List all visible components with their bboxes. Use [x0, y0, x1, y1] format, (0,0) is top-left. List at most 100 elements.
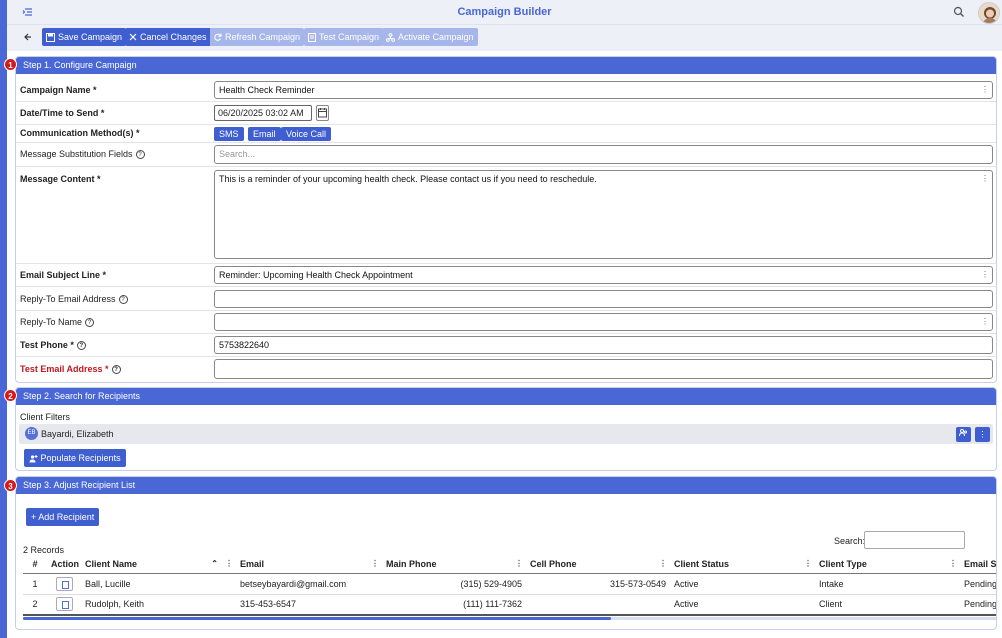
test-email-label-wrap: Test Email Address *?	[20, 364, 121, 375]
cancel-changes-button[interactable]: Cancel Changes	[125, 28, 211, 46]
populate-recipients-button[interactable]: Populate Recipients	[24, 449, 126, 467]
cell-main-phone: (111) 111-7362	[382, 594, 526, 616]
col-label-email: Email	[240, 559, 265, 570]
search-icon[interactable]	[952, 5, 966, 19]
help-icon[interactable]: ?	[76, 341, 86, 351]
kebab-icon[interactable]: ⋮	[981, 174, 989, 184]
step3-badge: 3	[4, 479, 17, 492]
kebab-icon[interactable]: ⋮	[981, 85, 989, 95]
method-voice-button[interactable]: Voice Call	[281, 127, 332, 141]
col-header-client-name[interactable]: Client Name ⌃ ⋮	[81, 556, 236, 574]
calendar-icon[interactable]	[316, 105, 329, 121]
col-header-client-status[interactable]: Client Status ⋮	[670, 556, 815, 574]
content-textarea[interactable]: This is a reminder of your upcoming heal…	[214, 170, 993, 259]
left-accent-bar	[0, 0, 7, 638]
col-header-cell-phone[interactable]: Cell Phone ⋮	[526, 556, 670, 574]
table-search-input[interactable]	[864, 531, 965, 549]
content-value: This is a reminder of your upcoming heal…	[219, 174, 597, 184]
subst-row: Message Substitution Fields? Search...	[16, 143, 996, 167]
help-icon[interactable]: ?	[111, 365, 121, 375]
column-menu-icon[interactable]: ⋮	[804, 559, 812, 568]
client-filter-chip[interactable]: EB Bayardi, Elizabeth	[25, 427, 114, 440]
table-row[interactable]: 1 Ball, Lucille betseybayardi@gmail.com …	[23, 573, 996, 595]
step1-header: Step 1. Configure Campaign	[16, 57, 996, 74]
step1-badge: 1	[4, 58, 17, 71]
datetime-label: Date/Time to Send *	[20, 108, 105, 118]
chip-avatar: EB	[25, 427, 38, 440]
people-icon	[959, 429, 967, 437]
reply-email-label: Reply-To Email Address	[20, 294, 116, 304]
column-menu-icon[interactable]: ⋮	[659, 559, 667, 568]
datetime-row: Date/Time to Send * 06/20/2025 03:02 AM	[16, 102, 996, 125]
col-header-email[interactable]: Email ⋮	[236, 556, 382, 574]
back-arrow-icon[interactable]	[23, 31, 35, 43]
cell-num: 1	[23, 573, 47, 595]
col-label-client-name: Client Name	[85, 559, 138, 570]
view-icon[interactable]	[55, 576, 73, 591]
test-campaign-button[interactable]: Test Campaign	[304, 28, 384, 46]
reply-email-input[interactable]	[214, 290, 993, 308]
horizontal-scrollbar[interactable]	[23, 617, 996, 620]
campaign-name-row: Campaign Name * Health Check Reminder ⋮	[16, 79, 996, 102]
campaign-name-input[interactable]: Health Check Reminder ⋮	[214, 81, 993, 99]
scrollbar-thumb[interactable]	[23, 617, 611, 620]
kebab-icon[interactable]: ⋮	[981, 317, 989, 327]
table-header-row: # Action Client Name ⌃ ⋮ Email ⋮ Main Phone…	[23, 556, 996, 574]
activate-campaign-button[interactable]: Activate Campaign	[382, 28, 478, 46]
test-email-input[interactable]	[214, 359, 993, 379]
filter-kebab-icon[interactable]: ⋮	[975, 427, 990, 442]
col-header-num: #	[23, 556, 47, 574]
view-icon[interactable]	[55, 597, 73, 612]
help-icon[interactable]: ?	[118, 295, 128, 305]
step3-panel: Step 3. Adjust Recipient List + Add Reci…	[15, 476, 997, 630]
subst-search-input[interactable]: Search...	[214, 145, 993, 164]
campaign-name-label: Campaign Name *	[20, 85, 97, 95]
content-label: Message Content *	[20, 174, 101, 184]
col-header-email-status[interactable]: Email Sta	[960, 556, 996, 574]
col-header-main-phone[interactable]: Main Phone ⋮	[382, 556, 526, 574]
help-icon[interactable]: ?	[85, 318, 95, 328]
datetime-input[interactable]: 06/20/2025 03:02 AM	[214, 105, 312, 121]
col-label-cell-phone: Cell Phone	[530, 559, 577, 570]
chip-name: Bayardi, Elizabeth	[41, 428, 114, 439]
sort-icon[interactable]: ⌃	[211, 559, 218, 568]
subst-label-wrap: Message Substitution Fields?	[20, 149, 145, 160]
column-menu-icon[interactable]: ⋮	[371, 559, 379, 568]
test-phone-input[interactable]: 5753822640	[214, 336, 993, 354]
content-row: Message Content * This is a reminder of …	[16, 167, 996, 264]
filter-people-button[interactable]	[956, 427, 971, 442]
column-menu-icon[interactable]: ⋮	[225, 559, 233, 568]
col-label-main-phone: Main Phone	[386, 559, 437, 570]
method-label: Communication Method(s) *	[20, 128, 140, 138]
cell-cell-phone	[526, 594, 670, 616]
close-icon	[129, 33, 137, 41]
reply-name-input[interactable]: ⋮	[214, 313, 993, 331]
avatar[interactable]	[978, 2, 1000, 24]
column-menu-icon[interactable]: ⋮	[515, 559, 523, 568]
cell-num: 2	[23, 594, 47, 616]
save-campaign-button[interactable]: Save Campaign	[42, 28, 127, 46]
test-email-label: Test Email Address *	[20, 364, 109, 374]
activate-campaign-label: Activate Campaign	[398, 32, 474, 42]
kebab-icon[interactable]: ⋮	[981, 270, 989, 280]
test-phone-label-wrap: Test Phone *?	[20, 340, 86, 351]
test-phone-label: Test Phone *	[20, 340, 74, 350]
column-menu-icon[interactable]: ⋮	[949, 559, 957, 568]
cell-main-phone: (315) 529-4905	[382, 573, 526, 595]
method-sms-button[interactable]: SMS	[214, 127, 244, 141]
step2-badge: 2	[4, 389, 17, 402]
help-icon[interactable]: ?	[135, 150, 145, 160]
test-phone-row: Test Phone *? 5753822640	[16, 334, 996, 357]
subject-input[interactable]: Reminder: Upcoming Health Check Appointm…	[214, 266, 993, 284]
cell-client-type: Intake	[815, 573, 960, 595]
col-header-client-type[interactable]: Client Type ⋮	[815, 556, 960, 574]
refresh-campaign-button[interactable]: Refresh Campaign	[210, 28, 305, 46]
app-title: Campaign Builder	[457, 6, 552, 18]
network-icon	[386, 32, 395, 42]
cell-client-name: Rudolph, Keith	[81, 594, 236, 616]
save-campaign-label: Save Campaign	[58, 32, 123, 42]
table-row[interactable]: 2 Rudolph, Keith 315-453-6547 (111) 111-…	[23, 594, 996, 616]
add-recipient-button[interactable]: + Add Recipient	[26, 508, 100, 526]
method-email-button[interactable]: Email	[248, 127, 281, 141]
refresh-campaign-label: Refresh Campaign	[225, 32, 301, 42]
